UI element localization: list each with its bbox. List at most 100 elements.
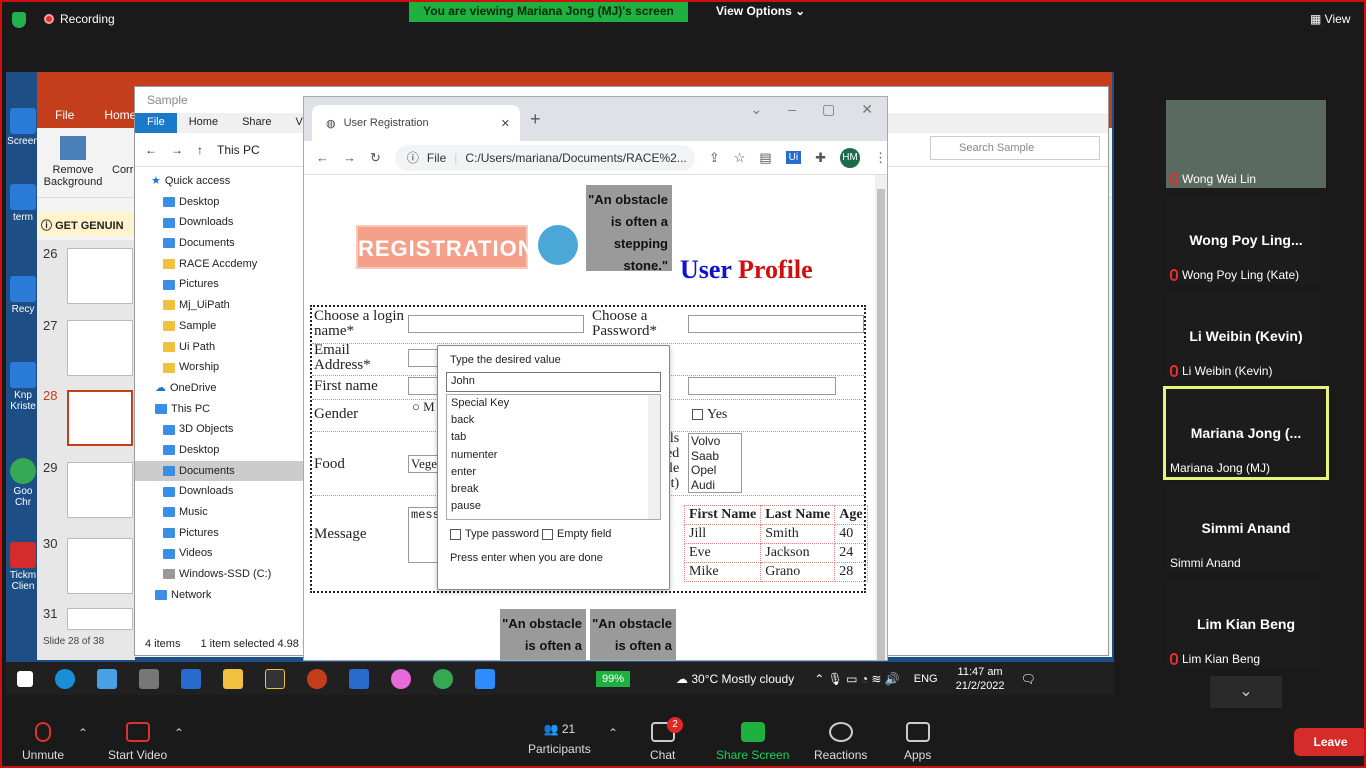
profile-avatar[interactable]: HM xyxy=(840,147,861,168)
start-video-button[interactable]: Start Video xyxy=(108,722,167,762)
type-password-checkbox[interactable]: Type password xyxy=(450,528,539,540)
list-item[interactable]: enter xyxy=(447,464,660,481)
popup-value-input[interactable]: John xyxy=(446,372,661,392)
nav-item[interactable]: Ui Path xyxy=(135,337,305,358)
nav-item[interactable]: Mj_UiPath xyxy=(135,295,305,316)
maximize-icon[interactable]: ▢ xyxy=(822,101,835,118)
notification-icon[interactable]: 🗨 xyxy=(1021,672,1036,686)
nav-item[interactable]: 3D Objects xyxy=(135,419,305,440)
car-option[interactable]: Volvo xyxy=(691,434,741,449)
star-icon[interactable]: ☆ xyxy=(734,150,746,166)
participants-button[interactable]: 👥 21 Participants xyxy=(528,722,591,756)
nav-item[interactable]: ★ Quick access xyxy=(135,171,305,192)
ppt-menu-file[interactable]: File xyxy=(55,108,74,128)
empty-field-checkbox[interactable]: Empty field xyxy=(542,528,611,540)
ppt-menu-home[interactable]: Home xyxy=(104,108,136,128)
list-item[interactable]: pause xyxy=(447,498,660,515)
nav-item[interactable]: Network xyxy=(135,585,305,606)
file-explorer-icon[interactable] xyxy=(223,668,243,689)
view-options-button[interactable]: View Options ⌄ xyxy=(716,4,805,18)
explorer-path[interactable]: This PC xyxy=(217,143,260,157)
reactions-button[interactable]: Reactions xyxy=(814,722,867,762)
recording-indicator[interactable]: Recording xyxy=(44,12,115,26)
car-option[interactable]: Saab xyxy=(691,449,741,464)
slide-thumbnail[interactable] xyxy=(67,608,133,630)
sticky-notes-icon[interactable] xyxy=(265,668,285,689)
nav-item[interactable]: This PC xyxy=(135,399,305,420)
scrollbar-thumb[interactable] xyxy=(877,189,885,660)
new-tab-button[interactable]: + xyxy=(530,109,541,130)
powerpoint-icon[interactable] xyxy=(307,668,327,689)
participant-tile[interactable]: Lim Kian Beng Lim Kian Beng xyxy=(1166,580,1326,668)
nav-item[interactable]: Downloads xyxy=(135,212,305,233)
windows-start-icon[interactable] xyxy=(17,670,33,687)
address-bar[interactable]: ⓘ File | C:/Users/mariana/Documents/RACE… xyxy=(394,144,695,171)
back-icon[interactable]: ← xyxy=(145,143,157,157)
participant-tile[interactable]: Wong Poy Ling... Wong Poy Ling (Kate) xyxy=(1166,196,1326,284)
desktop-icon[interactable]: Tickm Clien xyxy=(6,542,40,592)
nav-item[interactable]: Music xyxy=(135,502,305,523)
extension-icon[interactable]: ▤ xyxy=(759,150,771,166)
list-item[interactable]: tab xyxy=(447,429,660,446)
participant-tile[interactable]: Li Weibin (Kevin) Li Weibin (Kevin) xyxy=(1166,292,1326,380)
nav-item[interactable]: Documents xyxy=(135,233,305,254)
remove-background-button[interactable]: Remove Background xyxy=(43,136,103,188)
participant-tile-active[interactable]: Mariana Jong (... Mariana Jong (MJ) xyxy=(1163,386,1329,480)
yes-checkbox[interactable]: Yes xyxy=(692,407,727,422)
nav-item[interactable]: RACE Accdemy xyxy=(135,254,305,275)
pen-icon[interactable] xyxy=(139,668,159,689)
desktop-icon[interactable]: Goo Chr xyxy=(6,458,40,508)
uipath-icon[interactable] xyxy=(349,668,369,689)
forward-icon[interactable]: → xyxy=(343,150,356,165)
popup-scrollbar[interactable] xyxy=(648,395,660,519)
tray-icons[interactable]: ⌃ 🎙 ▭ ◔ ≋ 🔊 xyxy=(814,672,900,686)
up-icon[interactable]: ↑ xyxy=(197,143,203,157)
minimize-icon[interactable]: – xyxy=(788,101,796,118)
language-indicator[interactable]: ENG xyxy=(914,673,938,685)
desktop-icon[interactable]: Screen xyxy=(6,108,40,147)
edge-icon[interactable] xyxy=(55,668,75,689)
close-tab-icon[interactable]: ✕ xyxy=(501,117,510,130)
password-input[interactable] xyxy=(688,315,864,333)
share-screen-button[interactable]: Share Screen xyxy=(716,722,789,762)
desktop-icon[interactable]: Knp Kriste xyxy=(6,362,40,412)
chevron-down-icon[interactable]: ⌄ xyxy=(751,101,763,118)
last-name-input[interactable] xyxy=(688,377,836,395)
nav-item[interactable]: ☁ OneDrive xyxy=(135,378,305,399)
view-button[interactable]: ▦ View xyxy=(1310,12,1350,26)
apps-button[interactable]: Apps xyxy=(904,722,931,762)
tab-user-registration[interactable]: ◍ User Registration ✕ xyxy=(312,105,520,141)
leave-button[interactable]: Leave xyxy=(1294,728,1366,756)
slide-thumbnail[interactable] xyxy=(67,462,133,518)
desktop-icon[interactable]: Recy xyxy=(6,276,40,315)
participants-options-caret[interactable]: ⌃ xyxy=(608,726,618,740)
nav-item[interactable]: Desktop xyxy=(135,440,305,461)
video-options-caret[interactable]: ⌃ xyxy=(174,726,184,740)
puzzle-icon[interactable]: ✚ xyxy=(815,150,826,166)
explorer-tab-home[interactable]: Home xyxy=(177,113,230,133)
list-item[interactable]: numenter xyxy=(447,447,660,464)
paint-icon[interactable] xyxy=(391,668,411,689)
chevron-down-icon[interactable]: ⌄ xyxy=(1210,676,1282,708)
weather-widget[interactable]: ☁ 30°C Mostly cloudy xyxy=(676,672,794,686)
list-item[interactable]: break xyxy=(447,481,660,498)
explorer-tab-share[interactable]: Share xyxy=(230,113,283,133)
food-select[interactable]: Vege xyxy=(408,455,438,473)
menu-icon[interactable]: ⋮ xyxy=(874,150,887,166)
reload-icon[interactable]: ↻ xyxy=(370,150,381,166)
message-textarea[interactable]: mess xyxy=(408,507,440,563)
desktop-icon[interactable]: term xyxy=(6,184,40,223)
mail-icon[interactable] xyxy=(97,668,117,689)
car-listbox[interactable]: Volvo Saab Opel Audi xyxy=(688,433,742,493)
nav-item[interactable]: Desktop xyxy=(135,192,305,213)
nav-item[interactable]: Windows-SSD (C:) xyxy=(135,564,305,585)
nav-item[interactable]: Pictures xyxy=(135,274,305,295)
gender-radio[interactable]: ○ M xyxy=(412,399,435,414)
unmute-button[interactable]: Unmute xyxy=(22,722,64,762)
app-icon[interactable] xyxy=(181,668,201,689)
clock[interactable]: 11:47 am 21/2/2022 xyxy=(956,665,1005,693)
zoom-icon[interactable] xyxy=(475,668,495,689)
slide-thumbnail[interactable] xyxy=(67,248,133,304)
close-icon[interactable]: ✕ xyxy=(861,101,873,118)
audio-options-caret[interactable]: ⌃ xyxy=(78,726,88,740)
